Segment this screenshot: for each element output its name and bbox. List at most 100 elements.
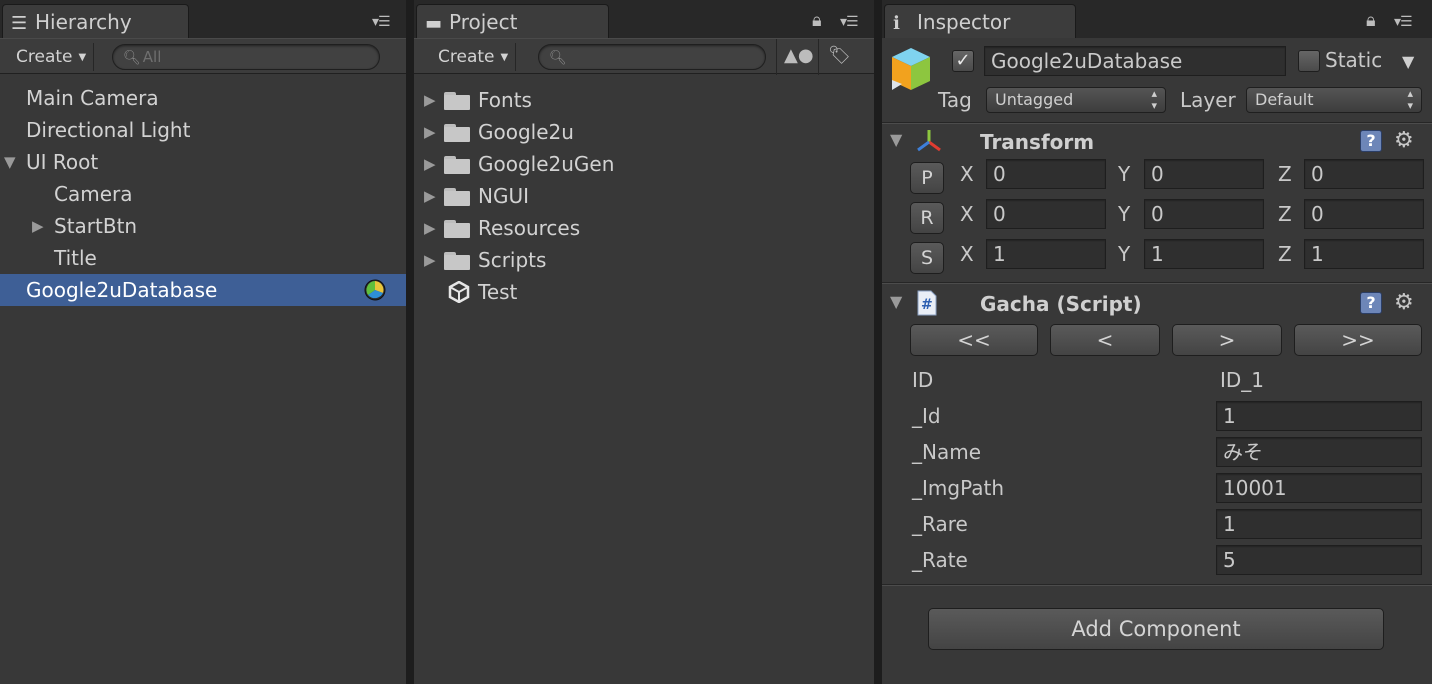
- previous-record-button[interactable]: <: [1050, 324, 1160, 356]
- imgpath-field[interactable]: 10001: [1216, 473, 1422, 503]
- layer-dropdown[interactable]: Default ▴ ▾: [1246, 87, 1422, 113]
- dropdown-arrow-icon: ▼: [78, 52, 87, 63]
- hierarchy-item[interactable]: Directional Light: [0, 114, 406, 146]
- hierarchy-item-selected[interactable]: Google2uDatabase: [0, 274, 406, 306]
- position-x-field[interactable]: 0: [986, 159, 1106, 189]
- field-label: _Id: [912, 404, 941, 428]
- scale-x-field[interactable]: 1: [986, 239, 1106, 269]
- project-item[interactable]: ▶ Scripts: [414, 244, 874, 276]
- rare-field[interactable]: 1: [1216, 509, 1422, 539]
- next-record-button[interactable]: >: [1172, 324, 1282, 356]
- hierarchy-panel: ☰ Hierarchy ▾☰ Create ▼ 🔍︎ All Main Camera …: [0, 0, 406, 684]
- inspector-panel: ℹ Inspector 🔒︎ ▾☰ ✓ Google2uDatabase Stat…: [882, 0, 1432, 684]
- collapsed-triangle-icon[interactable]: ▶: [424, 84, 436, 116]
- rotation-reset-button[interactable]: R: [910, 202, 944, 234]
- hierarchy-item[interactable]: Main Camera: [0, 82, 406, 114]
- axis-x-label: X: [960, 202, 974, 226]
- axis-z-label: Z: [1278, 242, 1292, 266]
- hierarchy-item[interactable]: ▼ UI Root: [0, 146, 406, 178]
- hierarchy-toolbar: Create ▼ 🔍︎ All: [0, 38, 406, 74]
- inspector-tab-menu-icon[interactable]: ▾☰: [1394, 14, 1413, 30]
- rotation-z-field[interactable]: 0: [1304, 199, 1424, 229]
- updown-arrows-icon: ▴ ▾: [1407, 87, 1413, 112]
- tag-dropdown[interactable]: Untagged ▴ ▾: [986, 87, 1166, 113]
- project-item[interactable]: ▶ Google2uGen: [414, 148, 874, 180]
- hierarchy-item[interactable]: ▶ StartBtn: [0, 210, 406, 242]
- hierarchy-tab-menu-icon[interactable]: ▾☰: [372, 14, 391, 30]
- project-search-input[interactable]: 🔍︎: [538, 44, 766, 70]
- layer-label: Layer: [1180, 88, 1236, 112]
- collapsed-triangle-icon[interactable]: ▶: [424, 180, 436, 212]
- collapsed-triangle-icon[interactable]: ▶: [424, 244, 436, 276]
- active-checkbox[interactable]: ✓: [952, 50, 974, 72]
- divider: [882, 123, 1432, 124]
- static-checkbox[interactable]: [1298, 50, 1320, 72]
- scale-z-field[interactable]: 1: [1304, 239, 1424, 269]
- hierarchy-item[interactable]: Camera: [0, 178, 406, 210]
- script-foldout-icon[interactable]: ▼: [890, 292, 902, 311]
- static-dropdown-arrow-icon[interactable]: ▼: [1402, 52, 1414, 71]
- project-item[interactable]: Test: [414, 276, 874, 308]
- collapsed-triangle-icon[interactable]: ▶: [424, 212, 436, 244]
- axis-y-label: Y: [1118, 162, 1131, 186]
- search-icon: 🔍︎: [549, 50, 567, 66]
- hierarchy-item[interactable]: Title: [0, 242, 406, 274]
- transform-axes-icon: [917, 130, 941, 152]
- axis-x-label: X: [960, 242, 974, 266]
- help-icon[interactable]: ?: [1360, 130, 1382, 152]
- transform-foldout-icon[interactable]: ▼: [890, 130, 902, 149]
- project-item[interactable]: ▶ Fonts: [414, 84, 874, 116]
- hierarchy-create-button[interactable]: Create ▼: [6, 43, 94, 71]
- folder-icon: [444, 188, 470, 206]
- rotation-x-field[interactable]: 0: [986, 199, 1106, 229]
- add-component-button[interactable]: Add Component: [928, 608, 1384, 650]
- project-toolbar: Create ▼ 🔍︎ ▲● 🏷︎: [414, 38, 874, 75]
- hierarchy-tab[interactable]: ☰ Hierarchy: [2, 4, 189, 38]
- project-item[interactable]: ▶ Resources: [414, 212, 874, 244]
- project-create-button[interactable]: Create ▼: [428, 43, 516, 71]
- project-item[interactable]: ▶ Google2u: [414, 116, 874, 148]
- collapsed-triangle-icon[interactable]: ▶: [424, 148, 436, 180]
- field-label: _Rate: [912, 548, 968, 572]
- object-name-field[interactable]: Google2uDatabase: [984, 46, 1286, 76]
- last-record-button[interactable]: >>: [1294, 324, 1422, 356]
- project-tab-menu-icon[interactable]: ▾☰: [840, 14, 859, 30]
- gear-icon[interactable]: ⚙: [1394, 292, 1414, 314]
- axis-z-label: Z: [1278, 202, 1292, 226]
- inspector-tabstrip: ℹ Inspector 🔒︎ ▾☰: [882, 0, 1432, 38]
- toolbar-divider: [776, 39, 777, 75]
- expanded-triangle-icon[interactable]: ▼: [4, 146, 16, 178]
- first-record-button[interactable]: <<: [910, 324, 1038, 356]
- name-field[interactable]: みそ: [1216, 437, 1422, 467]
- scale-reset-button[interactable]: S: [910, 242, 944, 274]
- lock-icon[interactable]: 🔒︎: [812, 10, 822, 31]
- gameobject-cube-icon: [892, 48, 930, 90]
- project-tab[interactable]: ▬ Project: [416, 4, 609, 38]
- field-label: _Rare: [912, 512, 968, 536]
- rotation-y-field[interactable]: 0: [1144, 199, 1264, 229]
- updown-arrows-icon: ▴ ▾: [1151, 87, 1157, 112]
- static-label: Static: [1325, 48, 1383, 72]
- gear-icon[interactable]: ⚙: [1394, 130, 1414, 152]
- scale-y-field[interactable]: 1: [1144, 239, 1264, 269]
- filter-by-label-icon[interactable]: 🏷︎: [828, 45, 851, 66]
- field-label: _Name: [912, 440, 982, 464]
- rate-field[interactable]: 5: [1216, 545, 1422, 575]
- axis-y-label: Y: [1118, 242, 1131, 266]
- lock-icon[interactable]: 🔒︎: [1366, 10, 1376, 31]
- position-y-field[interactable]: 0: [1144, 159, 1264, 189]
- collapsed-triangle-icon[interactable]: ▶: [424, 116, 436, 148]
- id-value: ID_1: [1220, 368, 1265, 392]
- position-z-field[interactable]: 0: [1304, 159, 1424, 189]
- help-icon[interactable]: ?: [1360, 292, 1382, 314]
- id-field[interactable]: 1: [1216, 401, 1422, 431]
- filter-by-type-icon[interactable]: ▲●: [784, 45, 814, 66]
- project-tabstrip: ▬ Project 🔒︎ ▾☰: [414, 0, 874, 38]
- script-title: Gacha (Script): [980, 292, 1142, 316]
- inspector-tab[interactable]: ℹ Inspector: [884, 4, 1076, 38]
- project-item[interactable]: ▶ NGUI: [414, 180, 874, 212]
- position-reset-button[interactable]: P: [910, 162, 944, 194]
- hierarchy-search-input[interactable]: 🔍︎ All: [112, 44, 380, 70]
- collapsed-triangle-icon[interactable]: ▶: [32, 210, 44, 242]
- transform-title: Transform: [980, 130, 1095, 154]
